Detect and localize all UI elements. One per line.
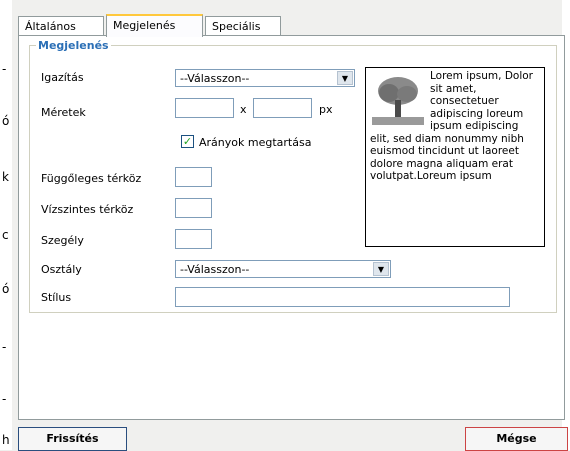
tab-panel: Megjelenés Igazítás --Válasszon-- ▼ Mére… xyxy=(18,35,565,420)
edge-char: - xyxy=(2,392,7,406)
edge-char: h xyxy=(2,433,10,447)
update-button[interactable]: Frissítés xyxy=(18,427,127,451)
edge-char: ó xyxy=(2,114,10,128)
tab-appearance[interactable]: Megjelenés xyxy=(106,14,203,37)
dimensions-unit: px xyxy=(319,103,333,116)
chevron-down-icon: ▼ xyxy=(337,71,353,85)
hspace-label: Vízszintes térköz xyxy=(41,203,134,216)
dimensions-label: Méretek xyxy=(41,106,86,119)
checkmark-icon: ✓ xyxy=(182,135,193,148)
edge-char: k xyxy=(2,170,9,184)
tree-image xyxy=(372,73,424,125)
class-select-value: --Válasszon-- xyxy=(180,263,250,276)
vspace-input[interactable] xyxy=(175,167,212,187)
left-edge-strip: - ó k c ó - - h xyxy=(0,0,12,450)
alignment-select-value: --Válasszon-- xyxy=(180,72,250,85)
group-legend: Megjelenés xyxy=(38,39,109,52)
dimensions-separator: x xyxy=(240,103,247,116)
vspace-label: Függőleges térköz xyxy=(41,172,142,185)
keep-ratio-label: Arányok megtartása xyxy=(199,136,312,149)
class-label: Osztály xyxy=(41,263,82,276)
preview-box: Lorem ipsum, Dolor sit amet, consectetue… xyxy=(365,67,545,247)
width-input[interactable] xyxy=(175,98,234,118)
cancel-button[interactable]: Mégse xyxy=(465,427,568,451)
tab-general[interactable]: Általános xyxy=(18,16,104,36)
keep-ratio-checkbox[interactable]: ✓ xyxy=(181,135,194,148)
border-label: Szegély xyxy=(41,234,84,247)
edge-char: - xyxy=(2,340,7,354)
alignment-select[interactable]: --Válasszon-- ▼ xyxy=(175,69,355,87)
border-input[interactable] xyxy=(175,229,212,249)
chevron-down-icon: ▼ xyxy=(373,262,389,276)
alignment-label: Igazítás xyxy=(41,71,84,84)
height-input[interactable] xyxy=(253,98,312,118)
edge-char: - xyxy=(2,62,7,76)
edge-char: ó xyxy=(2,282,10,296)
style-label: Stílus xyxy=(41,291,72,304)
edge-char: c xyxy=(2,228,9,242)
tab-advanced[interactable]: Speciális xyxy=(205,16,281,36)
class-select[interactable]: --Válasszon-- ▼ xyxy=(175,260,391,278)
hspace-input[interactable] xyxy=(175,198,212,218)
style-input[interactable] xyxy=(175,287,510,307)
